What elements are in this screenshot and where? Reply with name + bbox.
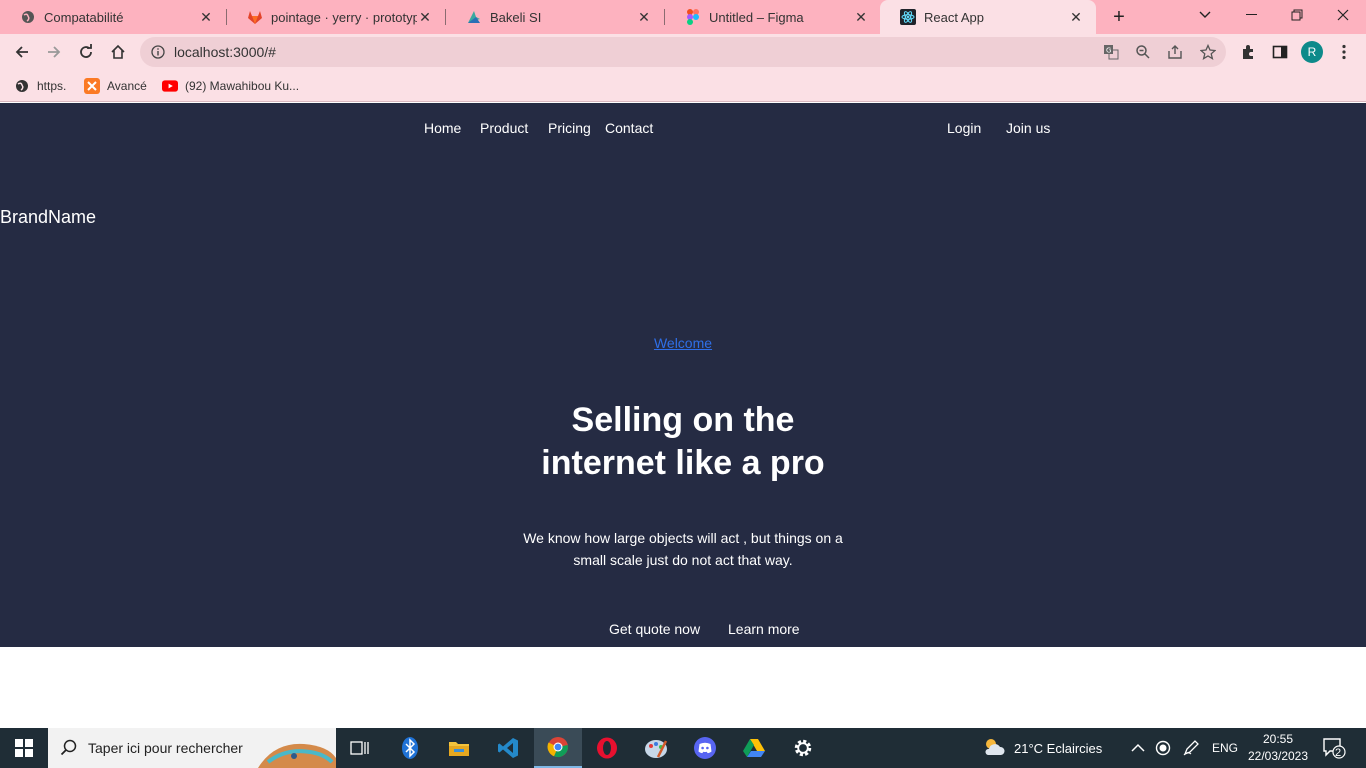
svg-text:G: G	[1106, 47, 1111, 55]
taskbar-search-box[interactable]: Taper ici pour rechercher	[48, 728, 336, 768]
tab-title: Compatabilité	[44, 9, 124, 25]
profile-avatar[interactable]: R	[1301, 41, 1323, 63]
nav-contact-link[interactable]: Contact	[605, 120, 653, 136]
bookmark-star-icon[interactable]	[1198, 42, 1218, 62]
task-view-icon[interactable]	[336, 728, 384, 768]
settings-gear-icon[interactable]	[779, 728, 827, 768]
search-icon	[60, 739, 78, 762]
hero-description: We know how large objects will act , but…	[523, 530, 843, 568]
minimize-button[interactable]	[1228, 0, 1274, 30]
tab-title: pointage · yerry · prototype /	[271, 9, 417, 25]
start-button[interactable]	[0, 728, 48, 768]
nav-pricing-link[interactable]: Pricing	[548, 120, 591, 136]
globe-icon	[20, 9, 36, 25]
login-link[interactable]: Login	[947, 120, 981, 136]
restore-button[interactable]	[1274, 0, 1320, 30]
bookmarks-bar: https. Avancé (92) Mawahibou Ku...	[0, 70, 1366, 102]
tab-react-app[interactable]: React App ✕	[880, 0, 1096, 34]
join-us-link[interactable]: Join us	[1006, 120, 1050, 136]
nav-product-link[interactable]: Product	[480, 120, 528, 136]
react-icon	[900, 9, 916, 25]
windows-taskbar: Taper ici pour rechercher 21°C Eclaircie…	[0, 728, 1366, 768]
tab-title: React App	[924, 9, 984, 25]
notification-count: 2	[1335, 747, 1342, 759]
welcome-link-text[interactable]: Welcome	[654, 335, 712, 351]
welcome-link: Welcome	[0, 335, 1366, 351]
new-tab-button[interactable]: +	[1108, 6, 1130, 28]
tab-title: Untitled – Figma	[709, 9, 804, 25]
bookmark-label: Avancé	[107, 79, 147, 93]
share-icon[interactable]	[1165, 42, 1185, 62]
translate-icon[interactable]: G	[1101, 42, 1121, 62]
bookmark-avance[interactable]: Avancé	[84, 77, 147, 95]
zoom-icon[interactable]	[1133, 42, 1153, 62]
web-page: Home Product Pricing Contact Login Join …	[0, 103, 1366, 647]
address-bar[interactable]: localhost:3000/# G	[140, 37, 1226, 67]
search-placeholder: Taper ici pour rechercher	[88, 740, 243, 756]
bookmark-mawahibou[interactable]: (92) Mawahibou Ku...	[162, 77, 299, 95]
bookmark-label: https.	[37, 79, 67, 93]
bakeli-icon	[466, 9, 482, 25]
opera-icon[interactable]	[583, 728, 631, 768]
extensions-icon[interactable]	[1234, 38, 1262, 66]
close-window-button[interactable]	[1320, 0, 1366, 30]
globe-icon	[14, 78, 30, 94]
tab-search-chevron-icon[interactable]	[1182, 0, 1228, 30]
reload-button[interactable]	[72, 38, 100, 66]
gitlab-icon	[247, 9, 263, 25]
bookmark-label: (92) Mawahibou Ku...	[185, 79, 300, 93]
weather-text: 21°C Eclaircies	[1014, 740, 1103, 756]
side-panel-icon[interactable]	[1266, 38, 1294, 66]
menu-kebab-icon[interactable]	[1330, 38, 1358, 66]
tab-pointage[interactable]: pointage · yerry · prototype / ✕	[227, 0, 445, 34]
close-tab-icon[interactable]: ✕	[853, 9, 869, 25]
tab-title: Bakeli SI	[490, 9, 542, 25]
weather-partly-cloudy-icon	[982, 737, 1006, 760]
hero-title: Selling on the internet like a pro	[483, 399, 883, 485]
back-button[interactable]	[8, 38, 36, 66]
tab-bakeli[interactable]: Bakeli SI ✕	[446, 0, 664, 34]
weather-widget[interactable]: 21°C Eclaircies	[982, 728, 1102, 768]
file-explorer-icon[interactable]	[435, 728, 483, 768]
xampp-icon	[84, 78, 100, 94]
chrome-icon[interactable]	[534, 728, 582, 768]
hero-title-line-1: Selling on the	[571, 401, 795, 439]
learn-more-button[interactable]: Learn more	[728, 621, 800, 637]
browser-tab-strip: Compatabilité ✕ pointage · yerry · proto…	[0, 0, 1366, 34]
bluetooth-icon[interactable]	[386, 728, 434, 768]
tab-compatabilite[interactable]: Compatabilité ✕	[0, 0, 226, 34]
close-tab-icon[interactable]: ✕	[1068, 9, 1084, 25]
show-hidden-icons-chevron[interactable]	[1131, 728, 1145, 768]
figma-icon	[685, 9, 701, 25]
tab-figma[interactable]: Untitled – Figma ✕	[665, 0, 881, 34]
bookmark-https[interactable]: https.	[14, 77, 66, 95]
notifications-button[interactable]: 2	[1322, 728, 1346, 768]
record-icon[interactable]	[1155, 728, 1171, 768]
url-text[interactable]: localhost:3000/#	[174, 44, 276, 60]
brand-name[interactable]: BrandName	[0, 207, 96, 228]
google-drive-icon[interactable]	[730, 728, 778, 768]
discord-icon[interactable]	[681, 728, 729, 768]
pen-icon[interactable]	[1182, 728, 1200, 768]
clock[interactable]: 20:55 22/03/2023	[1245, 728, 1311, 768]
youtube-icon	[162, 78, 178, 94]
language-indicator[interactable]: ENG	[1212, 728, 1238, 768]
browser-toolbar: localhost:3000/# G R	[0, 34, 1366, 70]
close-tab-icon[interactable]: ✕	[636, 9, 652, 25]
home-button[interactable]	[104, 38, 132, 66]
clock-time: 20:55	[1262, 732, 1294, 746]
vscode-icon[interactable]	[484, 728, 532, 768]
forward-button[interactable]	[40, 38, 68, 66]
site-info-icon[interactable]	[148, 42, 168, 62]
close-tab-icon[interactable]: ✕	[198, 9, 214, 25]
paint-app-icon[interactable]	[632, 728, 680, 768]
get-quote-button[interactable]: Get quote now	[609, 621, 700, 637]
hero-title-line-2: internet like a pro	[541, 444, 825, 482]
close-tab-icon[interactable]: ✕	[417, 9, 433, 25]
nav-home-link[interactable]: Home	[424, 120, 461, 136]
clock-date: 22/03/2023	[1247, 749, 1309, 763]
search-highlight-illustration	[254, 738, 336, 768]
